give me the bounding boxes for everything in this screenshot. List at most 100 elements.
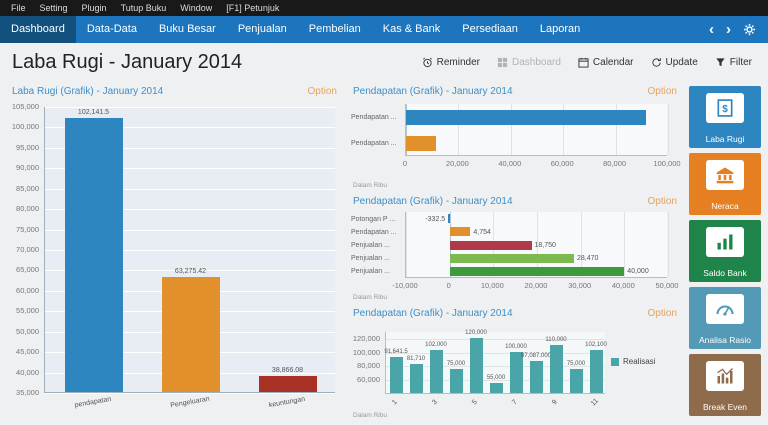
bar [259,376,317,392]
tab-buku-besar[interactable]: Buku Besar [148,16,227,43]
bar-value-label: 75,000 [447,360,465,368]
tile-neraca[interactable]: Neraca [689,153,761,215]
grid-line [406,212,407,277]
bar [390,357,403,393]
y-axis-tick-label: 95,000 [8,144,39,152]
y-axis-tick-label: 60,000 [8,287,39,295]
grid-line [668,212,669,277]
category-label: Pendapatan ... [351,139,401,148]
y-axis-tick-label: 105,000 [8,103,39,111]
x-axis-tick-label: 100,000 [643,159,691,168]
grid-line [45,393,335,394]
panel-head: Pendapatan (Grafik) - January 2014 Optio… [349,194,681,209]
footnote-dalam-ribu: Dalam Ribu [353,412,387,419]
tab-data-data[interactable]: Data-Data [76,16,148,43]
bar [450,267,625,276]
x-axis-tick-label: 40,000 [599,281,647,290]
plot-area [405,104,667,156]
x-axis-tick-label: 40,000 [486,159,534,168]
panel-pendapatan-bottom-chart: Pendapatan (Grafik) - January 2014 Optio… [349,306,681,420]
bar-value-label: 18,750 [535,241,556,250]
bar [406,110,646,125]
bar-value-label: 38,866.08 [272,367,303,375]
alarm-icon [422,57,433,68]
bar [490,383,503,393]
calendar-icon [578,57,589,68]
x-axis-label: pendapatan [64,393,121,412]
y-axis-tick-label: 45,000 [8,348,39,356]
bar [430,350,443,393]
tile-saldo-bank[interactable]: Saldo Bank [689,220,761,282]
y-axis-tick-label: 70,000 [8,246,39,254]
bar-value-label: 110,000 [545,336,566,344]
panel-head: Laba Rugi (Grafik) - January 2014 Option [8,84,341,99]
x-axis-tick-label: 60,000 [538,159,586,168]
x-axis-tick-label: 30,000 [556,281,604,290]
x-axis-label: 5 [465,392,486,413]
tile-label: Saldo Bank [689,268,761,278]
y-axis-tick-label: 90,000 [8,164,39,172]
reminder-button[interactable]: Reminder [422,57,480,68]
category-label: Pendapatan ... [351,113,401,122]
chart-title: Pendapatan (Grafik) - January 2014 [353,86,513,97]
calendar-button[interactable]: Calendar [578,57,634,68]
svg-text:$: $ [722,104,728,115]
menubar-item-f1-petunjuk[interactable]: [F1] Petunjuk [219,0,286,16]
category-label: Pendapatan ... [351,228,401,237]
legend: Realisasi [611,357,655,366]
bar [406,136,436,151]
x-axis-tick-label: 50,000 [643,281,691,290]
grid-line [386,339,605,340]
y-axis-tick-label: 80,000 [8,205,39,213]
bar-value-label: 55,000 [487,374,505,382]
filter-button[interactable]: Filter [715,57,752,68]
menubar-item-tutup-buku[interactable]: Tutup Buku [114,0,174,16]
tab-penjualan[interactable]: Penjualan [227,16,298,43]
y-axis-tick-label: 85,000 [8,185,39,193]
legend-label: Realisasi [623,357,655,366]
bar [162,277,220,393]
x-axis-tick-label: 10,000 [468,281,516,290]
nav-forward-button[interactable]: › [726,17,731,42]
legend-swatch [611,358,619,366]
option-link[interactable]: Option [648,86,677,97]
panel-head: Pendapatan (Grafik) - January 2014 Optio… [349,84,681,99]
x-axis-label: 3 [425,392,446,413]
tile-analisa-rasio[interactable]: Analisa Rasio [689,287,761,349]
bar-value-label: 87,087.000 [521,352,551,360]
chart-title: Pendapatan (Grafik) - January 2014 [353,308,513,319]
menubar-item-plugin[interactable]: Plugin [75,0,114,16]
x-axis-label: 11 [585,392,606,413]
settings-gear-icon[interactable] [743,23,756,36]
page-title: Laba Rugi - January 2014 [12,51,242,74]
gauge-icon [706,294,744,324]
nav-back-button[interactable]: ‹ [709,17,714,42]
action-label: Filter [730,57,752,68]
tab-laporan[interactable]: Laporan [529,16,591,43]
tile-label: Neraca [689,201,761,211]
menubar-item-file[interactable]: File [4,0,33,16]
grid-line [624,212,625,277]
bar-value-label: 40,000 [627,267,648,276]
bar [470,338,483,393]
option-link[interactable]: Option [648,196,677,207]
panel-head: Pendapatan (Grafik) - January 2014 Optio… [349,306,681,321]
x-axis-tick-label: 20,000 [512,281,560,290]
category-label: Penjualan ... [351,267,401,276]
tab-persediaan[interactable]: Persediaan [451,16,529,43]
bar-value-label: 100,000 [505,343,527,351]
bar-value-label: 63,275.42 [175,268,206,276]
tile-break-even[interactable]: Break Even [689,354,761,416]
menubar: FileSettingPluginTutup BukuWindow[F1] Pe… [0,0,768,16]
tile-laba-rugi[interactable]: $Laba Rugi [689,86,761,148]
update-button[interactable]: Update [651,57,698,68]
option-link[interactable]: Option [648,308,677,319]
menubar-item-window[interactable]: Window [173,0,219,16]
tab-pembelian[interactable]: Pembelian [298,16,372,43]
option-link[interactable]: Option [308,86,337,97]
menubar-item-setting[interactable]: Setting [33,0,75,16]
tab-kas-bank[interactable]: Kas & Bank [372,16,451,43]
tab-dashboard[interactable]: Dashboard [0,16,76,43]
bar-value-label: 102,100 [585,341,607,349]
x-axis-tick-label: -10,000 [381,281,429,290]
